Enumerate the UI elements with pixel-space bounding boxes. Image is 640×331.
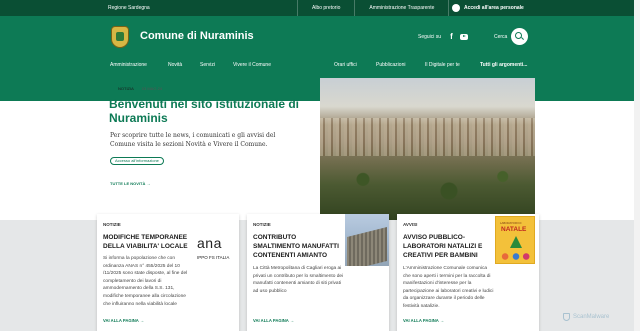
social-links: Seguici su f bbox=[418, 32, 468, 41]
news-date: 03 MAG 24 bbox=[141, 85, 163, 91]
more-label: VAI ALLA PAGINA bbox=[103, 318, 139, 323]
card-more-link[interactable]: VAI ALLA PAGINA → bbox=[403, 318, 444, 323]
shield-icon bbox=[563, 313, 570, 321]
nav-servizi[interactable]: Servizi bbox=[200, 62, 215, 68]
main-nav: Amministrazione Novità Servizi Vivere il… bbox=[0, 62, 640, 74]
card-more-link[interactable]: VAI ALLA PAGINA → bbox=[103, 318, 144, 323]
top-bar: Regione Sardegna Albo pretorio Amministr… bbox=[0, 0, 640, 16]
christmas-poster: LABORATORI DI NATALE bbox=[495, 216, 535, 264]
arrow-right-icon: → bbox=[289, 318, 295, 323]
calendar-icon bbox=[110, 85, 116, 91]
news-card[interactable]: NOTIZIE MODIFICHE TEMPORANEE DELLA VIABI… bbox=[97, 214, 239, 331]
municipal-crest-logo[interactable] bbox=[111, 26, 129, 48]
site-title[interactable]: Comune di Nuraminis bbox=[140, 30, 254, 42]
amministrazione-trasparente-link[interactable]: Amministrazione Trasparente bbox=[354, 0, 450, 16]
card-title[interactable]: MODIFICHE TEMPORANEE DELLA VIABILITA' LO… bbox=[103, 233, 193, 251]
card-title[interactable]: CONTRIBUTO SMALTIMENTO MANUFATTI CONTENE… bbox=[253, 233, 345, 260]
nav-amministrazione[interactable]: Amministrazione bbox=[110, 62, 147, 68]
card-title[interactable]: AVVISO PUBBLICO- LABORATORI NATALIZI E C… bbox=[403, 233, 495, 260]
card-text: La Città Metropolitana di Cagliari eroga… bbox=[253, 266, 344, 294]
anas-logo: ana bbox=[197, 235, 222, 251]
nav-tutti-gli-argomenti[interactable]: Tutti gli argomenti... bbox=[480, 62, 527, 68]
card-more-link[interactable]: VAI ALLA PAGINA → bbox=[253, 318, 294, 323]
facebook-icon[interactable]: f bbox=[450, 32, 453, 41]
hero-description: Per scoprire tutte le news, i comunicati… bbox=[110, 132, 276, 148]
arrow-right-icon: → bbox=[139, 318, 145, 323]
search-button[interactable] bbox=[511, 28, 528, 45]
all-news-label: TUTTE LE NOVITÀ bbox=[110, 181, 146, 186]
topic-chip[interactable]: Accesso all'informazione bbox=[110, 157, 164, 165]
region-link[interactable]: Regione Sardegna bbox=[108, 5, 150, 11]
card-category: NOTIZIE bbox=[253, 222, 271, 227]
login-label: Accedi all'area personale bbox=[464, 5, 524, 11]
scanmalware-watermark: ScanMalware bbox=[563, 313, 609, 321]
search-label: Cerca bbox=[494, 34, 508, 40]
news-badge-row: NOTIZIA 03 MAG 24 bbox=[110, 85, 162, 91]
more-label: VAI ALLA PAGINA bbox=[253, 318, 289, 323]
watermark-text: ScanMalware bbox=[573, 314, 610, 320]
children-illustration bbox=[499, 251, 533, 262]
arrow-right-icon: → bbox=[146, 181, 151, 186]
all-news-link[interactable]: TUTTE LE NOVITÀ → bbox=[110, 181, 150, 186]
christmas-tree-icon bbox=[510, 236, 522, 248]
photo-trees-area bbox=[320, 162, 535, 220]
hero-title[interactable]: Benvenuti nel sito istituzionale di Nura… bbox=[109, 97, 309, 125]
roof-photo bbox=[345, 214, 389, 266]
top-links: Albo pretorio Amministrazione Trasparent… bbox=[297, 0, 450, 16]
social-label: Seguici su bbox=[418, 33, 442, 40]
youtube-icon[interactable] bbox=[459, 33, 468, 40]
nav-vivere-il-comune[interactable]: Vivere il Comune bbox=[233, 62, 271, 68]
scrollbar-track[interactable] bbox=[634, 0, 640, 331]
anas-logo-subtitle: IPPO FS ITALIA bbox=[197, 255, 230, 260]
login-button[interactable]: Accedi all'area personale bbox=[452, 4, 524, 12]
card-category: AVVISI bbox=[403, 222, 418, 227]
albo-pretorio-link[interactable]: Albo pretorio bbox=[297, 0, 354, 16]
more-label: VAI ALLA PAGINA bbox=[403, 318, 439, 323]
nav-il-digitale-per-te[interactable]: Il Digitale per te bbox=[425, 62, 460, 68]
card-category: NOTIZIE bbox=[103, 222, 121, 227]
nav-novita[interactable]: Novità bbox=[168, 62, 182, 68]
nav-pubblicazioni[interactable]: Pubblicazioni bbox=[376, 62, 405, 68]
arrow-right-icon: → bbox=[439, 318, 445, 323]
hero-town-photo bbox=[320, 78, 535, 220]
user-icon bbox=[452, 4, 460, 12]
news-card[interactable]: NOTIZIE CONTRIBUTO SMALTIMENTO MANUFATTI… bbox=[247, 214, 389, 331]
notice-card[interactable]: AVVISI AVVISO PUBBLICO- LABORATORI NATAL… bbox=[397, 214, 539, 331]
poster-top-text: LABORATORI DI bbox=[500, 221, 522, 225]
nav-orari-uffici[interactable]: Orari uffici bbox=[334, 62, 357, 68]
photo-town-area bbox=[320, 118, 535, 156]
card-text: L'Amministrazione Comunale comunica che … bbox=[403, 266, 494, 309]
news-badge: NOTIZIA bbox=[118, 85, 134, 91]
poster-title: NATALE bbox=[501, 226, 527, 233]
card-text: Si informa la popolazione che con ordina… bbox=[103, 256, 188, 307]
